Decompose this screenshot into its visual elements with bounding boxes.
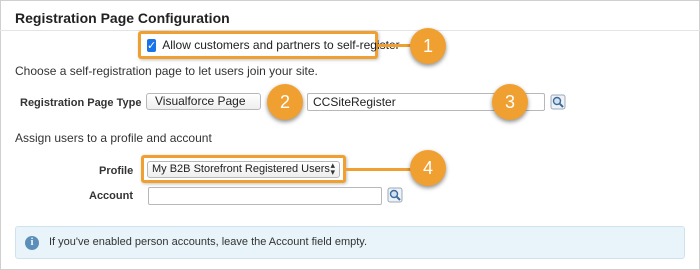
registration-page-type-select[interactable]: Visualforce Page [146, 93, 261, 110]
callout-2: 2 [267, 84, 303, 120]
callout-3: 3 [492, 84, 528, 120]
callout-1: 1 [410, 28, 446, 64]
info-message-box: i If you've enabled person accounts, lea… [15, 226, 685, 259]
info-message-text: If you've enabled person accounts, leave… [49, 236, 368, 248]
assign-profile-text: Assign users to a profile and account [15, 131, 212, 145]
profile-select[interactable]: My B2B Storefront Registered Users ▴ ▾ [147, 161, 340, 178]
account-input[interactable] [148, 187, 382, 205]
registration-page-type-label: Registration Page Type [20, 97, 142, 109]
self-register-checkbox[interactable]: ✓ [147, 38, 157, 52]
account-lookup-icon[interactable] [387, 187, 403, 203]
callout-4: 4 [410, 150, 446, 186]
callout-4-connector [346, 168, 416, 171]
info-icon: i [25, 236, 39, 250]
self-register-checkbox-row[interactable]: ✓ Allow customers and partners to self-r… [138, 31, 400, 59]
choose-page-text: Choose a self-registration page to let u… [15, 64, 318, 78]
profile-highlight: My B2B Storefront Registered Users ▴ ▾ [141, 155, 346, 183]
section-title: Registration Page Configuration [15, 10, 230, 26]
select-arrows-icon: ▴ ▾ [330, 161, 335, 178]
registration-page-lookup-icon[interactable] [550, 94, 566, 110]
self-register-label: Allow customers and partners to self-reg… [162, 38, 400, 52]
account-label: Account [89, 190, 133, 202]
profile-select-value: My B2B Storefront Registered Users [152, 163, 330, 175]
profile-label: Profile [99, 165, 134, 177]
